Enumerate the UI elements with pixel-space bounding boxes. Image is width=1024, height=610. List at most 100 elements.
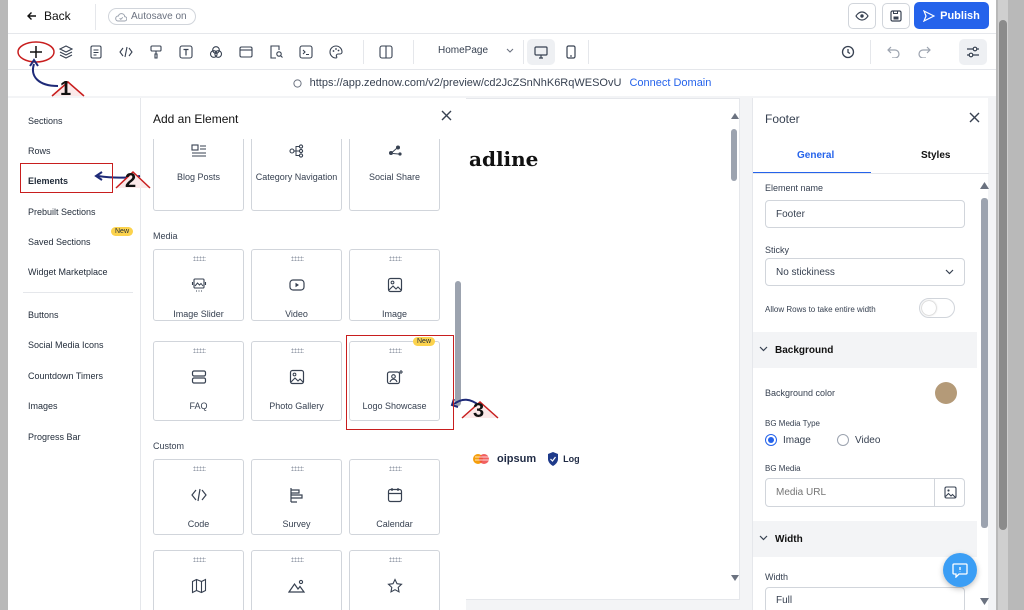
bg-color-swatch[interactable] (935, 382, 957, 404)
popup-button[interactable] (236, 42, 256, 62)
element-card-video[interactable]: Video (251, 249, 342, 321)
colors-button[interactable] (206, 42, 226, 62)
element-card-image-slider[interactable]: Image Slider (153, 249, 244, 321)
drag-handle-icon[interactable] (193, 466, 206, 471)
drag-handle-icon[interactable] (389, 256, 402, 261)
save-button[interactable] (882, 3, 910, 29)
drag-handle-icon[interactable] (193, 348, 206, 353)
element-card-photo-gallery[interactable]: Photo Gallery (251, 341, 342, 421)
publish-button[interactable]: Publish (914, 2, 989, 29)
element-name-field[interactable]: Footer (765, 200, 965, 228)
code-button[interactable] (116, 42, 136, 62)
drag-handle-icon[interactable] (291, 466, 304, 471)
element-card-faq[interactable]: FAQ (153, 341, 244, 421)
sticky-label: Sticky (765, 245, 790, 255)
undo-button[interactable] (884, 42, 904, 62)
sidebar-item-widget-marketplace[interactable]: Widget Marketplace (28, 267, 108, 277)
drag-handle-icon[interactable] (291, 557, 304, 562)
headline-text[interactable]: adline (469, 147, 538, 171)
preview-button[interactable] (848, 3, 876, 29)
scroll-down-icon[interactable] (731, 575, 739, 581)
page-canvas[interactable]: adline oipsum Log (460, 98, 740, 600)
background-section-header[interactable]: Background (753, 332, 977, 368)
element-name-value: Footer (776, 208, 805, 220)
element-card-social-share[interactable]: Social Share (349, 139, 440, 211)
close-panel-button[interactable] (441, 110, 452, 121)
sidebar-item-prebuilt-sections[interactable]: Prebuilt Sections (28, 207, 96, 217)
allow-rows-toggle[interactable] (919, 298, 955, 318)
media-url-input[interactable] (766, 479, 934, 506)
desktop-view-button[interactable] (527, 39, 555, 65)
element-card-map[interactable] (153, 550, 244, 610)
element-label: Survey (282, 519, 311, 529)
drag-handle-icon[interactable] (291, 348, 304, 353)
element-card-image[interactable]: Image (349, 249, 440, 321)
seo-button[interactable] (266, 42, 286, 62)
element-card-code[interactable]: Code (153, 459, 244, 535)
sidebar-item-rows[interactable]: Rows (28, 146, 51, 156)
terminal-button[interactable] (296, 42, 316, 62)
redo-button[interactable] (914, 42, 934, 62)
paint-button[interactable] (146, 42, 166, 62)
canvas-scrollbar[interactable] (731, 129, 737, 181)
element-card-category-navigation[interactable]: Category Navigation (251, 139, 342, 211)
radio-video[interactable]: Video (837, 434, 880, 446)
add-element-button[interactable] (26, 42, 46, 62)
element-card-survey[interactable]: Survey (251, 459, 342, 535)
radio-dot (837, 434, 849, 446)
sidebar-item-images[interactable]: Images (28, 401, 58, 411)
panel-scrollbar[interactable] (455, 281, 461, 406)
drag-handle-icon[interactable] (291, 256, 304, 261)
element-card-blog-posts[interactable]: Blog Posts (153, 139, 244, 211)
tab-general[interactable]: General (797, 150, 834, 161)
connect-domain-link[interactable]: Connect Domain (629, 77, 711, 89)
drag-handle-icon[interactable] (389, 466, 402, 471)
element-card-image-placeholder[interactable] (251, 550, 342, 610)
sticky-select[interactable]: No stickiness (765, 258, 965, 286)
back-button[interactable]: Back (26, 9, 71, 23)
preview-url[interactable]: https://app.zednow.com/v2/preview/cd2JcZ… (310, 77, 622, 89)
drag-handle-icon[interactable] (193, 256, 206, 261)
mobile-view-button[interactable] (557, 39, 585, 65)
media-library-button[interactable] (934, 479, 965, 506)
window-scrollbar-thumb[interactable] (999, 20, 1007, 530)
sidebar-item-sections[interactable]: Sections (28, 116, 63, 126)
photo-gallery-icon (287, 367, 307, 387)
element-card-calendar[interactable]: Calendar (349, 459, 440, 535)
bg-media-input-group (765, 478, 965, 507)
settings-button[interactable] (959, 39, 987, 65)
undo-icon (887, 46, 901, 58)
drag-handle-icon[interactable] (389, 557, 402, 562)
top-bar: Back Autosave on Publish (8, 0, 996, 34)
tab-styles[interactable]: Styles (921, 150, 950, 161)
history-button[interactable] (838, 42, 858, 62)
annotation-box-logo-showcase (346, 335, 454, 430)
scroll-down-icon[interactable] (980, 598, 989, 605)
page-select[interactable]: HomePage (438, 45, 514, 56)
calendar-icon (385, 485, 405, 505)
chat-support-button[interactable] (943, 553, 977, 587)
element-card-rating[interactable] (349, 550, 440, 610)
scroll-up-icon[interactable] (980, 182, 989, 189)
sidebar-item-social-media-icons[interactable]: Social Media Icons (28, 340, 104, 350)
sidebar-item-buttons[interactable]: Buttons (28, 310, 59, 320)
close-settings-button[interactable] (969, 112, 980, 123)
sidebar-item-countdown-timers[interactable]: Countdown Timers (28, 371, 103, 381)
chevron-down-icon (759, 346, 768, 352)
arrow-left-icon (26, 10, 38, 22)
radio-video-label: Video (855, 434, 881, 446)
width-select[interactable]: Full (765, 587, 965, 610)
pages-button[interactable] (86, 42, 106, 62)
scroll-up-icon[interactable] (731, 113, 739, 119)
width-section-header[interactable]: Width (753, 521, 977, 557)
sidebar-item-saved-sections[interactable]: Saved Sections (28, 237, 91, 247)
drag-handle-icon[interactable] (193, 557, 206, 562)
sliders-icon (966, 46, 980, 58)
typography-button[interactable] (176, 42, 196, 62)
split-view-button[interactable] (376, 42, 396, 62)
layers-button[interactable] (56, 42, 76, 62)
settings-scrollbar[interactable] (981, 198, 988, 528)
sidebar-item-progress-bar[interactable]: Progress Bar (28, 432, 81, 442)
theme-button[interactable] (326, 42, 346, 62)
radio-image[interactable]: Image (765, 434, 811, 446)
